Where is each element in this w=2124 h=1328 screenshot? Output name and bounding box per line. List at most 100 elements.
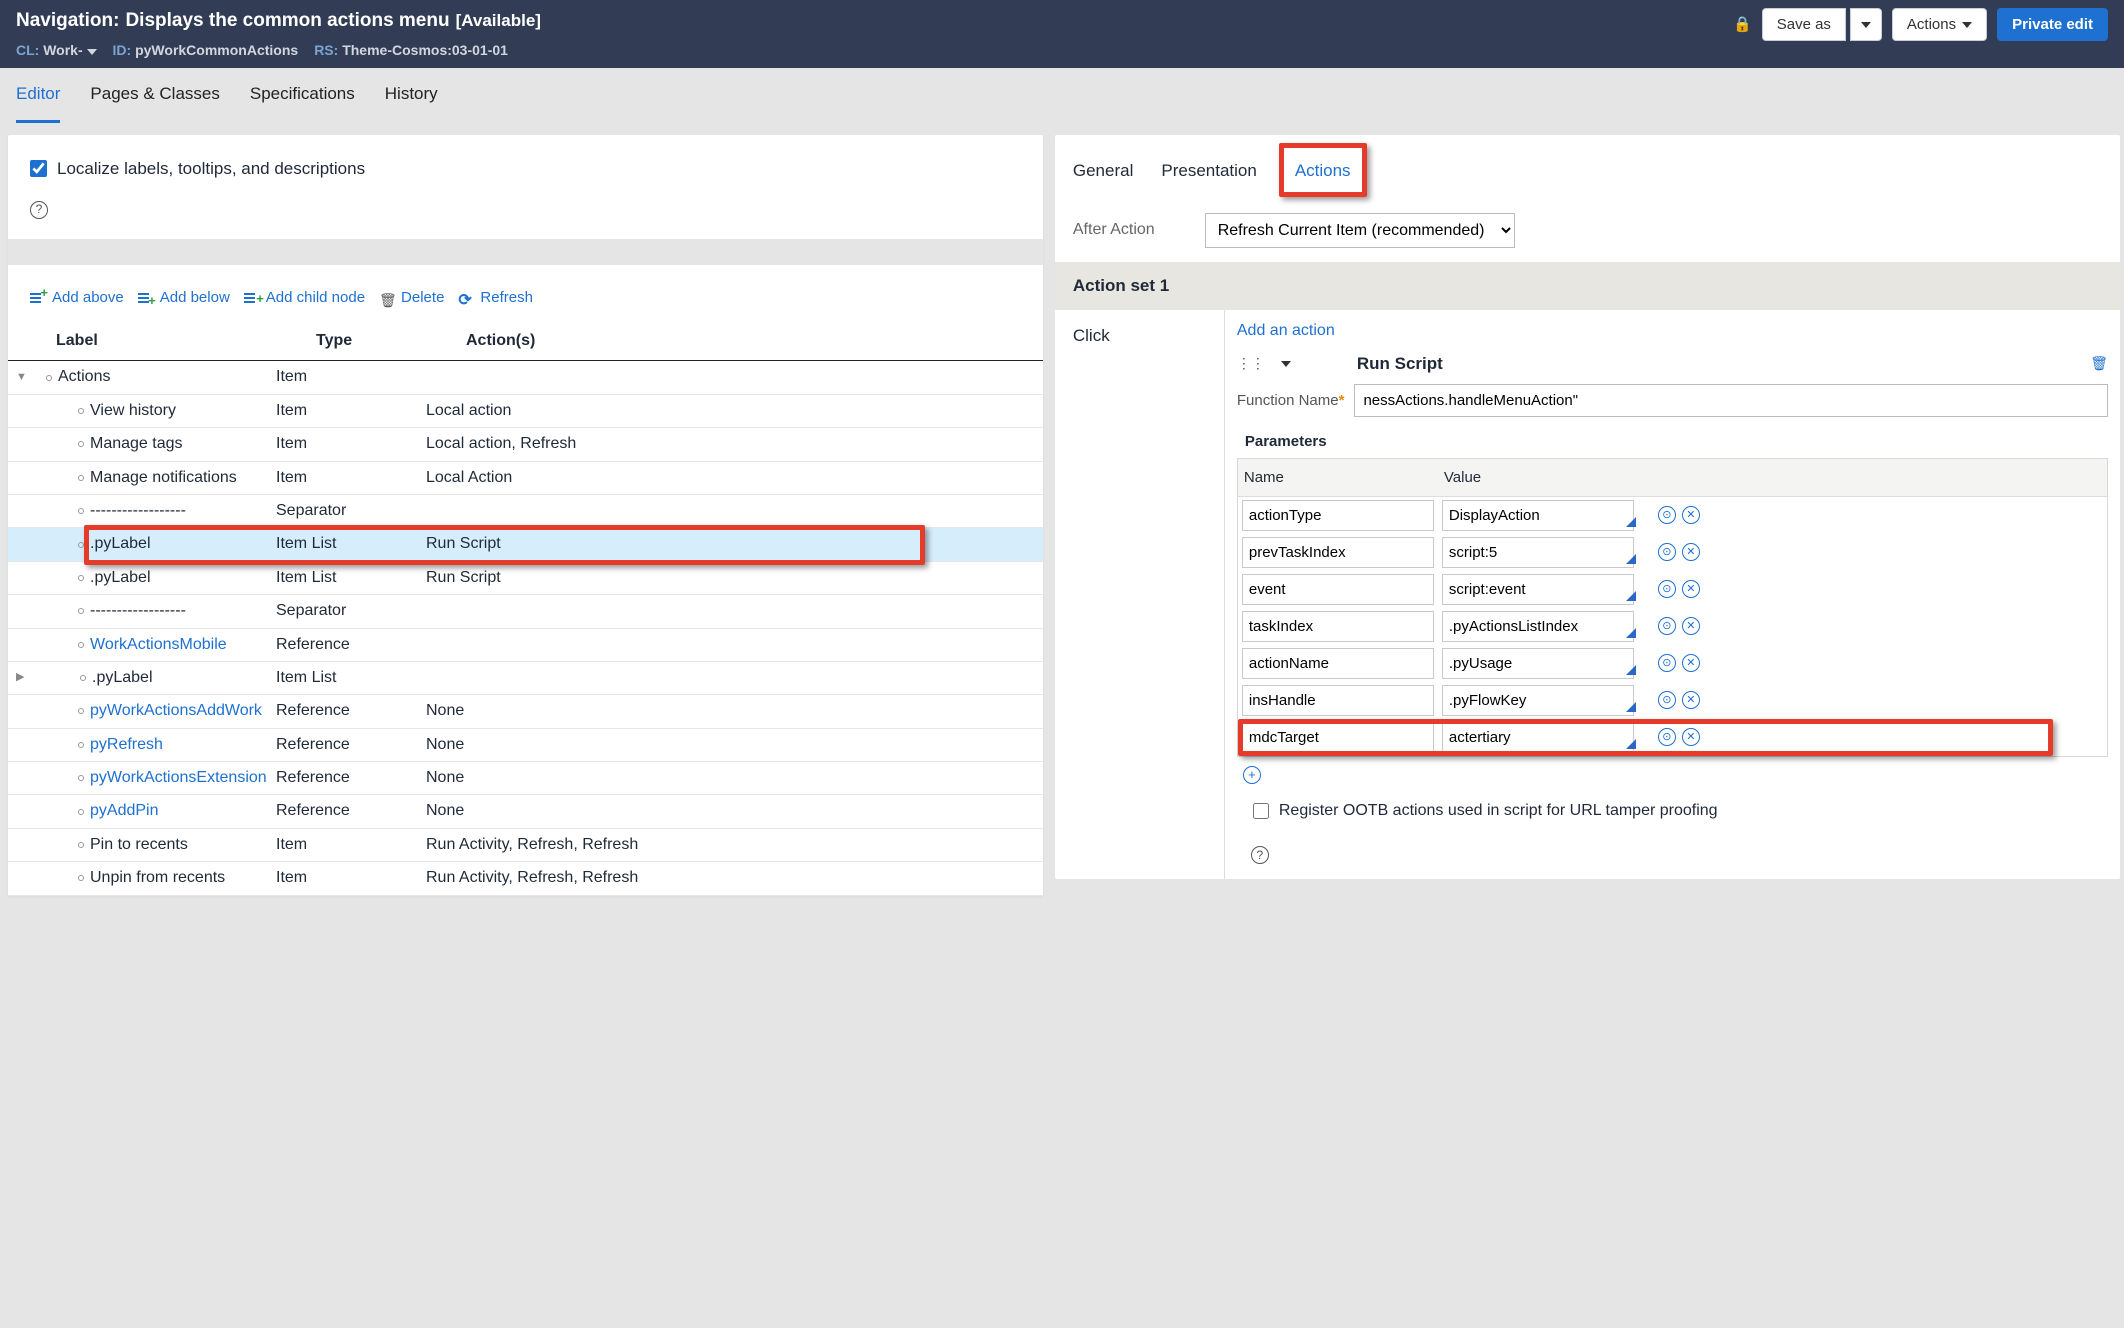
ptab-presentation[interactable]: Presentation xyxy=(1161,153,1256,195)
help-icon[interactable]: ? xyxy=(30,201,48,219)
register-ootb-label: Register OOTB actions used in script for… xyxy=(1279,800,1718,822)
param-delete-icon[interactable]: ✕ xyxy=(1682,728,1700,746)
add-parameter-button[interactable]: + xyxy=(1237,757,2108,786)
after-action-row: After Action Refresh Current Item (recom… xyxy=(1055,199,2120,262)
param-target-icon[interactable]: ⊙ xyxy=(1658,543,1676,561)
tree-row-label[interactable]: WorkActionsMobile xyxy=(90,634,227,656)
after-action-select[interactable]: Refresh Current Item (recommended) xyxy=(1205,213,1515,248)
drag-handle-icon[interactable]: ⋮⋮ xyxy=(1237,354,1265,374)
tree-row[interactable]: Pin to recentsItemRun Activity, Refresh,… xyxy=(8,829,1043,862)
private-edit-button[interactable]: Private edit xyxy=(1997,8,2108,41)
add-above-button[interactable]: Add above xyxy=(30,287,124,308)
smartprompt-icon[interactable] xyxy=(1626,517,1636,527)
add-above-label: Add above xyxy=(52,287,124,308)
ptab-actions[interactable]: Actions xyxy=(1295,153,1351,195)
tree-row[interactable]: pyAddPinReferenceNone xyxy=(8,795,1043,828)
tree-row[interactable]: View historyItemLocal action xyxy=(8,395,1043,428)
add-below-button[interactable]: Add below xyxy=(138,287,230,308)
add-child-button[interactable]: Add child node xyxy=(244,287,365,308)
delete-node-button[interactable]: Delete xyxy=(379,287,444,308)
tree-row[interactable]: pyWorkActionsExtensionReferenceNone xyxy=(8,762,1043,795)
tree-row-label-cell: .pyLabel xyxy=(16,567,276,589)
tree-row[interactable]: ▼ActionsItem xyxy=(8,361,1043,394)
smartprompt-icon[interactable] xyxy=(1626,665,1636,675)
param-value-input[interactable] xyxy=(1442,574,1634,605)
tree-row-label[interactable]: pyWorkActionsAddWork xyxy=(90,700,262,722)
tab-specifications[interactable]: Specifications xyxy=(250,68,355,123)
tab-pages-classes[interactable]: Pages & Classes xyxy=(90,68,219,123)
param-delete-icon[interactable]: ✕ xyxy=(1682,580,1700,598)
param-name-input[interactable] xyxy=(1242,500,1434,531)
tree-row-label[interactable]: pyAddPin xyxy=(90,800,159,822)
param-target-icon[interactable]: ⊙ xyxy=(1658,691,1676,709)
tree-row[interactable]: pyRefreshReferenceNone xyxy=(8,729,1043,762)
param-target-icon[interactable]: ⊙ xyxy=(1658,728,1676,746)
param-name-input[interactable] xyxy=(1242,648,1434,679)
param-name-input[interactable] xyxy=(1242,722,1434,753)
param-name-input[interactable] xyxy=(1242,685,1434,716)
tree-row[interactable]: pyWorkActionsAddWorkReferenceNone xyxy=(8,695,1043,728)
param-delete-icon[interactable]: ✕ xyxy=(1682,691,1700,709)
param-value-input[interactable] xyxy=(1442,722,1634,753)
localize-checkbox[interactable] xyxy=(30,160,47,177)
collapse-icon[interactable]: ▼ xyxy=(16,370,28,385)
tab-editor[interactable]: Editor xyxy=(16,68,60,123)
tab-history[interactable]: History xyxy=(385,68,438,123)
tree-row[interactable]: .pyLabelItem ListRun Script xyxy=(8,562,1043,595)
tree-row[interactable]: ▶.pyLabelItem List xyxy=(8,662,1043,695)
delete-action-icon[interactable]: 🗑 xyxy=(2090,354,2108,374)
param-name-input[interactable] xyxy=(1242,611,1434,642)
param-target-icon[interactable]: ⊙ xyxy=(1658,654,1676,672)
param-name-input[interactable] xyxy=(1242,574,1434,605)
param-delete-icon[interactable]: ✕ xyxy=(1682,654,1700,672)
param-delete-icon[interactable]: ✕ xyxy=(1682,506,1700,524)
tree-row[interactable]: ------------------Separator xyxy=(8,495,1043,528)
param-value-input[interactable] xyxy=(1442,685,1634,716)
actions-button[interactable]: Actions xyxy=(1892,8,1987,41)
add-action-link[interactable]: Add an action xyxy=(1237,320,1335,342)
ptab-general[interactable]: General xyxy=(1073,153,1133,195)
smartprompt-icon[interactable] xyxy=(1626,739,1636,749)
tree-row[interactable]: ------------------Separator xyxy=(8,595,1043,628)
param-value-input[interactable] xyxy=(1442,611,1634,642)
param-value-input[interactable] xyxy=(1442,537,1634,568)
smartprompt-icon[interactable] xyxy=(1626,554,1636,564)
tree-row-label[interactable]: pyRefresh xyxy=(90,734,163,756)
cl-value[interactable]: Work- xyxy=(43,42,82,58)
param-delete-icon[interactable]: ✕ xyxy=(1682,617,1700,635)
node-bullet-icon xyxy=(78,775,84,781)
tree-row[interactable]: Manage notificationsItemLocal Action xyxy=(8,462,1043,495)
left-pane: Localize labels, tooltips, and descripti… xyxy=(8,135,1043,896)
param-target-icon[interactable]: ⊙ xyxy=(1658,617,1676,635)
param-value-input[interactable] xyxy=(1442,648,1634,679)
tree-row[interactable]: WorkActionsMobileReference xyxy=(8,629,1043,662)
smartprompt-icon[interactable] xyxy=(1626,591,1636,601)
chevron-down-icon[interactable] xyxy=(1281,354,1291,374)
smartprompt-icon[interactable] xyxy=(1626,628,1636,638)
param-name-input[interactable] xyxy=(1242,537,1434,568)
add-below-icon xyxy=(138,290,154,304)
tree-row-actions: Local Action xyxy=(426,467,1025,489)
tree-row[interactable]: Unpin from recentsItemRun Activity, Refr… xyxy=(8,862,1043,895)
refresh-tree-button[interactable]: Refresh xyxy=(458,287,533,308)
param-value-input[interactable] xyxy=(1442,500,1634,531)
param-delete-icon[interactable]: ✕ xyxy=(1682,543,1700,561)
chevron-down-icon[interactable] xyxy=(87,47,97,58)
expand-icon[interactable]: ▶ xyxy=(16,670,28,685)
param-target-icon[interactable]: ⊙ xyxy=(1658,580,1676,598)
rule-header-right: 🔒 Save as Actions Private edit xyxy=(1733,8,2108,41)
refresh-label: Refresh xyxy=(480,287,533,308)
tree-row[interactable]: Manage tagsItemLocal action, Refresh xyxy=(8,428,1043,461)
param-target-icon[interactable]: ⊙ xyxy=(1658,506,1676,524)
localize-checkbox-label[interactable]: Localize labels, tooltips, and descripti… xyxy=(30,157,1023,181)
tree-row-label-cell: Unpin from recents xyxy=(16,867,276,889)
help-icon[interactable]: ? xyxy=(1251,846,1269,864)
tree-row-label[interactable]: pyWorkActionsExtension xyxy=(90,767,267,789)
save-as-dropdown[interactable] xyxy=(1850,8,1882,41)
function-name-input[interactable] xyxy=(1354,384,2108,417)
rs-label: RS: xyxy=(314,42,338,58)
save-as-button[interactable]: Save as xyxy=(1762,8,1846,41)
tree-row[interactable]: .pyLabelItem ListRun Script xyxy=(8,528,1043,561)
smartprompt-icon[interactable] xyxy=(1626,702,1636,712)
register-ootb-checkbox[interactable] xyxy=(1253,803,1269,819)
